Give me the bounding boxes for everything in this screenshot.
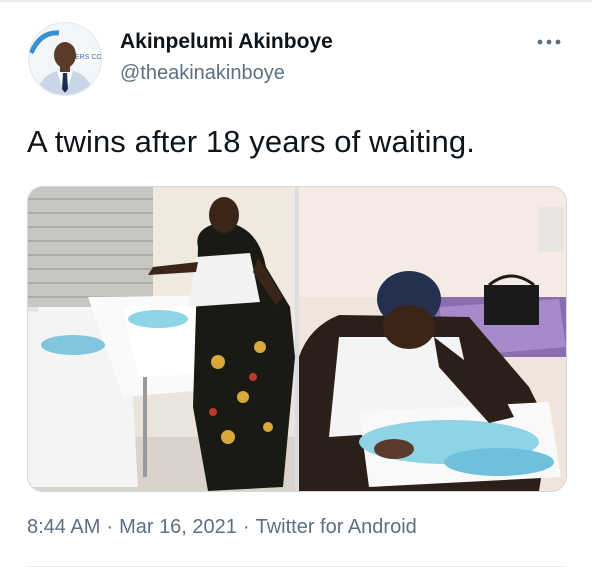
photo-left[interactable]: [28, 187, 295, 491]
avatar[interactable]: ERS CO: [28, 22, 102, 96]
svg-text:ERS CO: ERS CO: [75, 54, 101, 61]
avatar-photo: ERS CO: [29, 23, 101, 95]
tweet-source[interactable]: Twitter for Android: [256, 516, 417, 538]
photo-mother-with-cribs: [28, 187, 295, 491]
author-handle[interactable]: @theakinakinboye: [120, 62, 285, 85]
meta-separator: ·: [242, 516, 250, 538]
meta-separator: ·: [106, 516, 114, 538]
bottom-divider: [27, 566, 565, 567]
tweet-date[interactable]: Mar 16, 2021: [119, 516, 237, 538]
photo-mother-over-babies: [299, 187, 566, 491]
tweet-metadata: 8:44 AM · Mar 16, 2021 · Twitter for Android: [27, 516, 417, 539]
top-divider: [0, 0, 592, 2]
media-grid: [27, 186, 567, 492]
more-horizontal-icon: [537, 39, 561, 45]
author-name[interactable]: Akinpelumi Akinboye: [120, 30, 333, 54]
photo-right[interactable]: [299, 187, 566, 491]
more-options-button[interactable]: [534, 30, 564, 54]
tweet-time[interactable]: 8:44 AM: [27, 516, 100, 538]
tweet-text: A twins after 18 years of waiting.: [27, 124, 475, 159]
